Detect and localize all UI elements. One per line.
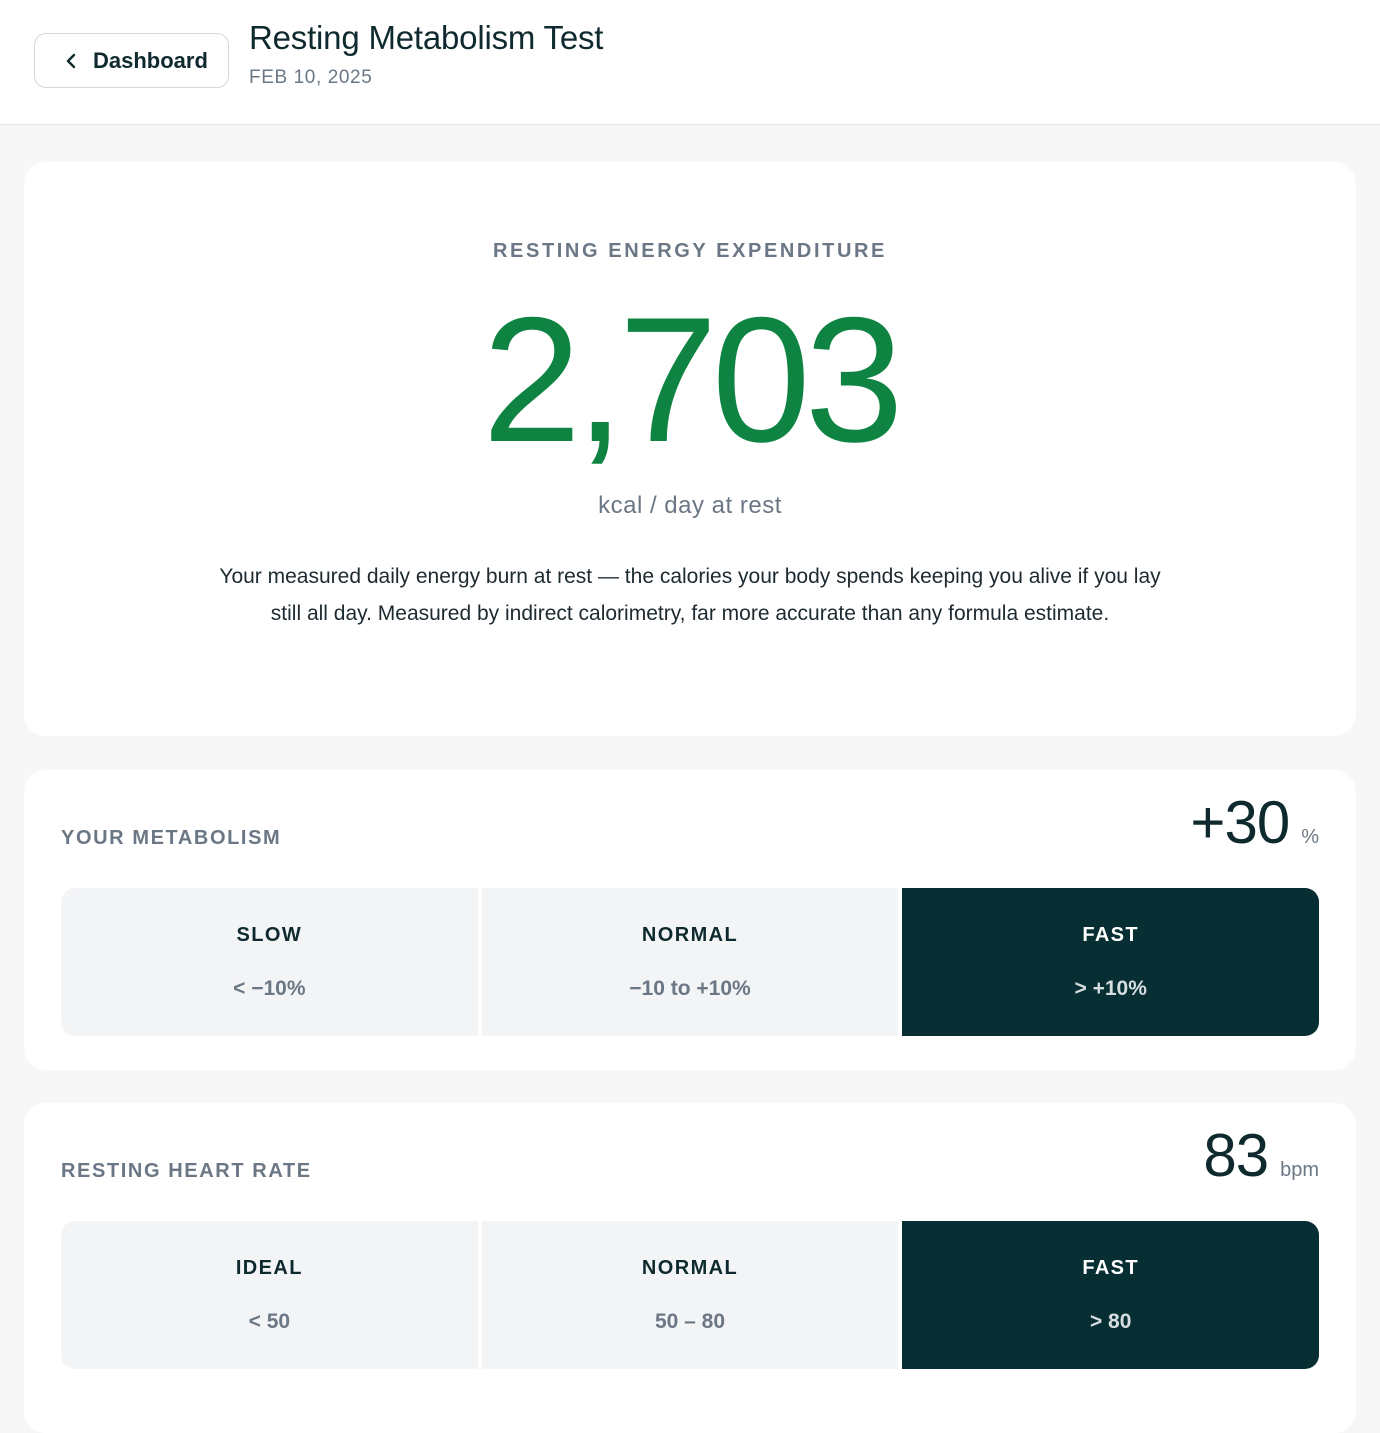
ree-description: Your measured daily energy burn at rest … — [219, 565, 1161, 625]
ree-unit: kcal / day at rest — [598, 492, 782, 519]
segment-range: > 80 — [1089, 1309, 1132, 1333]
metabolism-segment-fast: FAST > +10% — [902, 888, 1319, 1036]
segment-range: < −10% — [233, 976, 306, 1000]
resting-energy-card: RESTING ENERGY EXPENDITURE 2,703 kcal / … — [24, 162, 1356, 736]
heart-rate-value-group: 83 bpm — [1203, 1121, 1319, 1190]
segment-range: 50 – 80 — [654, 1309, 726, 1333]
metabolism-value-group: +30 % — [1190, 788, 1319, 857]
ree-value: 2,703 — [482, 280, 903, 479]
heart-rate-segment-fast: FAST > 80 — [902, 1221, 1319, 1369]
metabolism-value: +30 — [1190, 789, 1290, 856]
back-button-label: Dashboard — [93, 47, 208, 73]
segment-name: NORMAL — [641, 1256, 739, 1279]
metabolism-segment-slow: SLOW < −10% — [61, 888, 478, 1036]
heart-rate-value: 83 — [1203, 1122, 1269, 1189]
metabolism-label: YOUR METABOLISM — [61, 827, 282, 849]
segment-range: −10 to +10% — [629, 976, 751, 1000]
heart-rate-segment-normal: NORMAL 50 – 80 — [481, 1221, 899, 1369]
segment-name: FAST — [1082, 923, 1140, 946]
ree-label: RESTING ENERGY EXPENDITURE — [493, 240, 887, 262]
heart-rate-card: RESTING HEART RATE 83 bpm IDEAL < 50 NOR… — [24, 1103, 1356, 1433]
page-title: Resting Metabolism Test — [249, 19, 604, 56]
chevron-left-icon — [65, 53, 79, 69]
metabolism-segment-normal: NORMAL −10 to +10% — [481, 888, 899, 1036]
metabolism-unit: % — [1301, 826, 1319, 848]
heart-rate-label: RESTING HEART RATE — [61, 1160, 312, 1182]
segment-name: NORMAL — [641, 923, 739, 946]
heart-rate-unit: bpm — [1280, 1159, 1319, 1181]
segment-range: > +10% — [1074, 976, 1147, 1000]
title-block: Resting Metabolism Test FEB 10, 2025 — [249, 18, 603, 89]
segment-name: SLOW — [236, 923, 303, 946]
metabolism-range-bar: SLOW < −10% NORMAL −10 to +10% FAST > +1… — [61, 888, 1319, 1036]
page-header: Dashboard Resting Metabolism Test FEB 10… — [0, 0, 1380, 125]
metabolism-card: YOUR METABOLISM +30 % SLOW < −10% NORMAL… — [24, 770, 1356, 1070]
segment-name: IDEAL — [235, 1256, 303, 1279]
heart-rate-range-bar: IDEAL < 50 NORMAL 50 – 80 FAST > 80 — [61, 1221, 1319, 1369]
test-date: FEB 10, 2025 — [249, 67, 373, 88]
back-to-dashboard-button[interactable]: Dashboard — [34, 33, 229, 88]
heart-rate-segment-ideal: IDEAL < 50 — [61, 1221, 478, 1369]
segment-range: < 50 — [248, 1309, 291, 1333]
segment-name: FAST — [1082, 1256, 1140, 1279]
